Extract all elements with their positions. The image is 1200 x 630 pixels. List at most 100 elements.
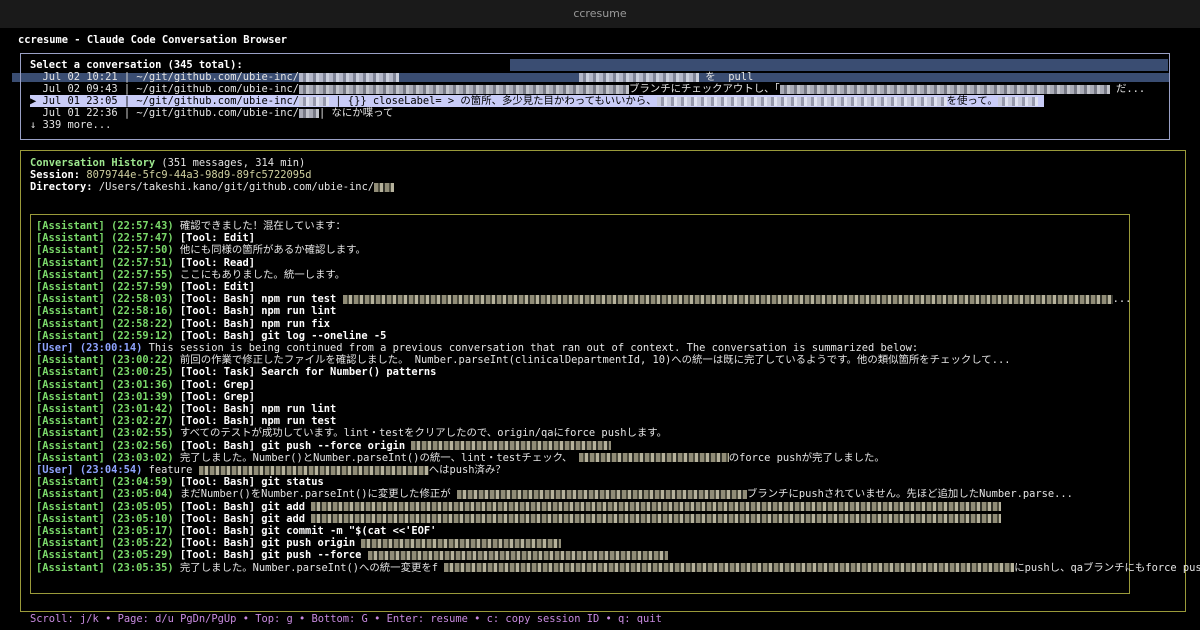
message-line: [Assistant] (23:00:22) 前回の作業で修正したファイルを確認… [36,354,1010,366]
redacted-text [411,441,612,451]
message-text: [Tool: Bash] git add [179,512,306,525]
message-role: [Assistant] [36,354,105,367]
redacted-text [361,538,562,548]
message-time: (23:05:04) [111,488,174,501]
message-line: [Assistant] (23:02:55) すべてのテストが成功しています。l… [36,427,667,439]
message-time: (22:59:12) [111,329,174,342]
more-indicator[interactable]: ↓ 339 more... [30,119,111,131]
message-text: [Tool: Grep] [179,390,255,403]
message-line: [Assistant] (23:05:29) [Tool: Bash] git … [36,549,668,561]
message-role: [Assistant] [36,512,105,525]
message-time: (22:57:50) [111,244,174,257]
message-time: (23:01:36) [111,378,174,391]
message-time: (23:02:56) [111,439,174,452]
message-line: [Assistant] (23:01:42) [Tool: Bash] npm … [36,403,336,415]
conversation-summary: | {}} closeLabel= > の箇所、多少見た目かわってもいいから、 [335,95,657,107]
message-line: [Assistant] (22:58:03) [Tool: Bash] npm … [36,293,1131,305]
message-line: [Assistant] (23:05:35) 完了しました。Number.par… [36,562,1200,574]
session-label: Session: [30,169,81,181]
message-time: (23:05:05) [111,500,174,513]
message-text: [Tool: Read] [179,256,255,269]
message-text: [Tool: Bash] git add [179,500,306,513]
message-time: (22:58:22) [111,317,174,330]
conversation-path: ~/git/github.com/ubie-inc/ [136,107,300,119]
redacted-text [444,563,1015,573]
redacted-text [311,502,1002,512]
conversation-summary-tail: だ... [1115,83,1146,95]
redacted-text [456,489,747,499]
message-role: [User] [36,342,74,354]
message-role: [Assistant] [36,317,105,330]
message-role: [Assistant] [36,329,105,342]
message-text: まだNumber()をNumber.parseInt()に変更した修正が [179,488,451,501]
message-line: [Assistant] (22:59:12) [Tool: Bash] git … [36,330,386,342]
conversation-summary: ブランチにチェックアウトし、「 [629,83,780,95]
selector-heading: Select a conversation (345 total): [30,59,243,71]
message-time: (23:01:42) [111,403,174,415]
message-time: (22:57:43) [111,220,174,232]
message-text: [Tool: Bash] npm run lint [179,305,337,318]
session-line: Session: 8079744e-5fc9-44a3-98d9-89fc572… [30,169,312,181]
conversation-path: ~/git/github.com/ubie-inc/ [136,95,300,107]
conversation-row-selected[interactable]: ▶ Jul 01 23:05 | ~/git/github.com/ubie-i… [30,95,1044,107]
redacted-text [342,294,1113,304]
message-time: (22:58:03) [111,293,174,306]
message-line: [Assistant] (23:01:39) [Tool: Grep] [36,391,255,403]
message-line: [Assistant] (22:57:55) ここにもありました。統一します。 [36,269,345,281]
message-time: (22:57:51) [111,256,174,269]
message-time: (23:05:10) [111,512,174,525]
history-label: Conversation History [30,157,156,169]
message-text: [Tool: Bash] git status [179,476,324,489]
message-text: [Tool: Task] Search for Number() pattern… [179,366,437,379]
message-text: すべてのテストが成功しています。lint・testをクリアしたので、origin… [179,427,667,440]
message-time: (23:00:14) [79,342,143,354]
message-role: [User] [36,464,74,476]
redacted-text [311,514,1002,524]
message-line: [Assistant] (23:03:02) 完了しました。Number()とN… [36,452,885,464]
directory-path: /Users/takeshi.kano/git/github.com/ubie-… [98,181,375,193]
message-line: [Assistant] (23:01:36) [Tool: Grep] [36,379,255,391]
message-role: [Assistant] [36,415,105,428]
message-text: This session is being continued from a p… [148,342,919,354]
message-role: [Assistant] [36,488,105,501]
conversation-summary: を pull [705,71,754,83]
message-text: [Tool: Bash] npm run test [179,293,337,306]
message-line: [User] (23:04:54) feature へはpush済み？ [36,464,506,476]
message-role: [Assistant] [36,378,105,391]
keybinding-help: Scroll: j/k • Page: d/u PgDn/PgUp • Top:… [30,613,662,625]
message-text: [Tool: Edit] [179,232,255,245]
message-line: [Assistant] (23:04:59) [Tool: Bash] git … [36,476,324,488]
conversation-row[interactable]: Jul 01 22:36 | ~/git/github.com/ubie-inc… [30,107,394,119]
conversation-path: ~/git/github.com/ubie-inc/ [136,71,300,83]
redacted-text [367,550,668,560]
conversation-row[interactable]: Jul 02 09:43 | ~/git/github.com/ubie-inc… [30,83,1146,95]
message-time: (23:02:55) [111,427,174,440]
message-line: [Assistant] (23:05:17) [Tool: Bash] git … [36,525,436,537]
message-role: [Assistant] [36,281,105,293]
message-time: (23:00:22) [111,354,174,367]
message-text: 他にも同様の箇所があるか確認します。 [179,244,366,257]
message-text: [Tool: Bash] git log --oneline -5 [179,329,387,342]
message-role: [Assistant] [36,256,105,269]
message-role: [Assistant] [36,232,105,245]
message-text: 前回の作業で修正したファイルを確認しました。 Number.parseInt(c… [179,354,1011,367]
message-time: (23:04:54) [79,464,143,476]
message-line: [Assistant] (22:57:50) 他にも同様の箇所があるか確認します… [36,244,366,256]
redacted-text [578,453,729,463]
message-text-tail: ... [1112,293,1132,306]
message-text: feature [148,464,193,476]
conversation-row[interactable]: Jul 02 10:21 | ~/git/github.com/ubie-inc… [30,71,754,83]
message-text: [Tool: Bash] git push --force origin [179,439,406,452]
message-text-tail: のforce pushが完了しました。 [728,451,885,464]
message-line: [Assistant] (23:05:04) まだNumber()をNumber… [36,488,1073,500]
history-header: Conversation History (351 messages, 314 … [30,157,305,169]
message-line: [Assistant] (22:57:59) [Tool: Edit] [36,281,255,293]
message-line: [Assistant] (23:02:27) [Tool: Bash] npm … [36,415,336,427]
message-role: [Assistant] [36,537,105,550]
message-role: [Assistant] [36,439,105,452]
app-title: ccresume - Claude Code Conversation Brow… [18,34,287,46]
directory-label: Directory: [30,181,93,193]
message-text: 完了しました。Number.parseInt()への統一変更をf [179,561,438,574]
message-role: [Assistant] [36,427,105,440]
message-role: [Assistant] [36,476,105,489]
